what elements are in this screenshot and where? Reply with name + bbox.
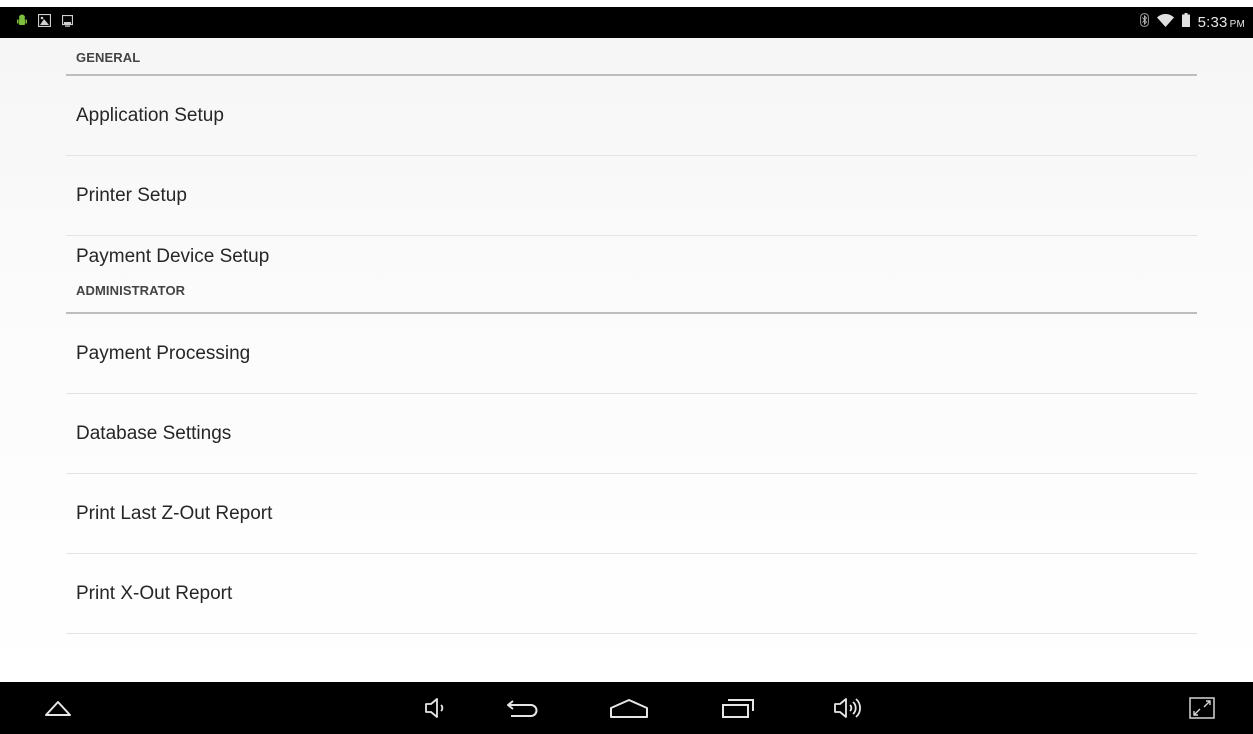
setting-item-payment-processing[interactable]: Payment Processing <box>66 314 1197 394</box>
settings-content: GENERAL Application Setup Printer Setup … <box>0 38 1253 682</box>
bluetooth-icon <box>1139 13 1149 32</box>
hide-bar-icon <box>45 701 71 716</box>
fullscreen-button[interactable] <box>1182 682 1222 734</box>
top-edge <box>0 0 1253 7</box>
screen-notification-icon <box>61 14 74 32</box>
volume-up-button[interactable] <box>826 682 876 734</box>
clock-time: 5:33 <box>1197 14 1228 31</box>
setting-item-payment-device-setup[interactable]: Payment Device Setup <box>66 236 1197 277</box>
fullscreen-icon <box>1189 697 1215 719</box>
home-icon <box>610 699 648 718</box>
setting-item-database-settings[interactable]: Database Settings <box>66 394 1197 474</box>
volume-down-button[interactable] <box>416 682 456 734</box>
back-icon <box>507 700 538 717</box>
battery-icon <box>1181 13 1190 32</box>
wifi-icon <box>1156 13 1174 32</box>
volume-down-icon <box>425 698 444 718</box>
setting-item-print-last-z-out-report[interactable]: Print Last Z-Out Report <box>66 474 1197 554</box>
recent-apps-icon <box>722 699 754 718</box>
recent-apps-button[interactable] <box>716 682 760 734</box>
volume-up-icon <box>834 698 861 718</box>
setting-item-print-x-out-report[interactable]: Print X-Out Report <box>66 554 1197 634</box>
clock-ampm: PM <box>1229 19 1245 30</box>
navigation-bar <box>0 682 1253 734</box>
back-button[interactable] <box>500 682 544 734</box>
notification-icons <box>17 13 74 32</box>
home-button[interactable] <box>604 682 654 734</box>
section-header-general: GENERAL <box>66 38 1197 76</box>
settings-list: GENERAL Application Setup Printer Setup … <box>66 38 1197 634</box>
section-header-administrator: ADMINISTRATOR <box>66 277 1197 314</box>
status-bar: 5:33 PM <box>0 7 1253 38</box>
hide-bar-button[interactable] <box>36 682 80 734</box>
clock: 5:33 PM <box>1198 14 1245 31</box>
setting-item-printer-setup[interactable]: Printer Setup <box>66 156 1197 236</box>
system-status: 5:33 PM <box>1139 7 1245 38</box>
android-notification-icon <box>17 14 27 32</box>
setting-item-application-setup[interactable]: Application Setup <box>66 76 1197 156</box>
image-notification-icon <box>37 13 52 32</box>
